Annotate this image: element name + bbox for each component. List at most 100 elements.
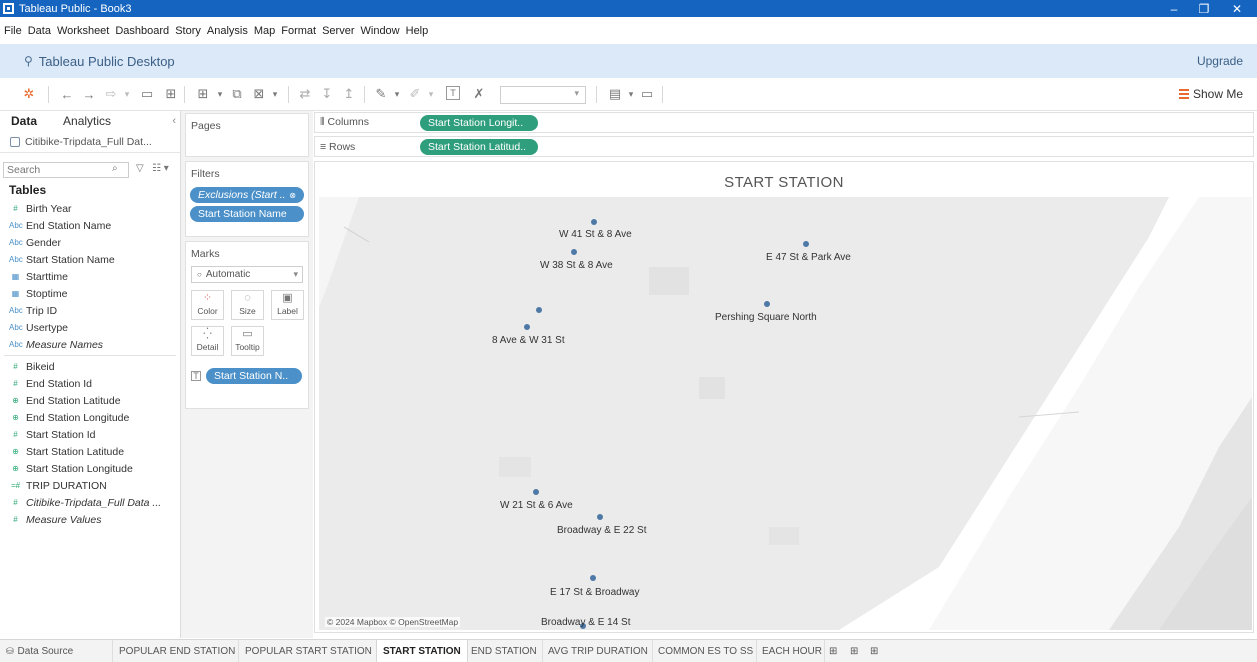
marks-size-button[interactable]: ◌ Size [231, 290, 264, 320]
station-point[interactable] [524, 324, 530, 330]
swap-icon[interactable]: ⇄ [296, 86, 314, 102]
field-item[interactable]: Abc Measure Names [0, 336, 180, 353]
field-item[interactable]: # Measure Values [0, 511, 180, 528]
menu-analysis[interactable]: Analysis [207, 25, 248, 37]
label-pill-start-station-name[interactable]: Start Station N.. [206, 368, 302, 384]
tab-data[interactable]: Data [11, 114, 37, 128]
close-button[interactable]: ✕ [1219, 0, 1255, 17]
filters-card[interactable]: Filters Exclusions (Start .. ⊗ Start Stat… [185, 161, 309, 237]
field-item[interactable]: # Birth Year [0, 200, 180, 217]
menu-window[interactable]: Window [361, 25, 400, 37]
menu-worksheet[interactable]: Worksheet [57, 25, 109, 37]
menu-story[interactable]: Story [175, 25, 201, 37]
field-item[interactable]: ▦ Starttime [0, 268, 180, 285]
fix-axes-icon[interactable]: ✗ [470, 86, 488, 102]
menu-data[interactable]: Data [28, 25, 51, 37]
group-dropdown-icon[interactable]: ▾ [422, 86, 440, 102]
field-item[interactable]: Abc Trip ID [0, 302, 180, 319]
forward-icon[interactable]: → [80, 86, 98, 102]
new-worksheet-tab-icon[interactable]: ⊞ [824, 640, 841, 662]
restore-button[interactable]: ❐ [1186, 0, 1222, 17]
field-item[interactable]: Abc End Station Name [0, 217, 180, 234]
marks-color-button[interactable]: ⁘ Color [191, 290, 224, 320]
field-item[interactable]: ⊕ Start Station Latitude [0, 443, 180, 460]
highlight-dropdown-icon[interactable]: ▾ [388, 86, 406, 102]
new-worksheet-icon[interactable]: ⊞ [194, 86, 212, 102]
tab-avg-trip-duration[interactable]: AVG TRIP DURATION [542, 640, 653, 662]
filter-icon[interactable]: ▽ [136, 163, 144, 174]
field-item[interactable]: # Citibike-Tripdata_Full Data ... [0, 494, 180, 511]
back-icon[interactable]: ← [58, 86, 76, 102]
field-item[interactable]: # Start Station Id [0, 426, 180, 443]
tab-each-hour[interactable]: EACH HOUR [756, 640, 827, 662]
station-point[interactable] [764, 301, 770, 307]
filter-pill-exclusions[interactable]: Exclusions (Start .. ⊗ [190, 187, 304, 203]
tab-analytics[interactable]: Analytics [63, 114, 111, 128]
tab-popular-start-station[interactable]: POPULAR START STATION [238, 640, 378, 662]
station-point[interactable] [590, 575, 596, 581]
station-point[interactable] [597, 514, 603, 520]
presentation-icon[interactable]: ▭ [638, 86, 656, 102]
field-item[interactable]: =# TRIP DURATION [0, 477, 180, 494]
tab-start-station[interactable]: START STATION [376, 640, 468, 662]
marks-label-button[interactable]: ▣ Label [271, 290, 304, 320]
tab-popular-end-station[interactable]: POPULAR END STATION [112, 640, 241, 662]
show-labels-icon[interactable]: T [446, 86, 460, 100]
menu-dashboard[interactable]: Dashboard [115, 25, 169, 37]
pages-card[interactable]: Pages [185, 113, 309, 157]
station-point[interactable] [591, 219, 597, 225]
search-input[interactable] [3, 162, 129, 178]
station-point[interactable] [533, 489, 539, 495]
station-point[interactable] [571, 249, 577, 255]
data-pane-tabs: Data Analytics ‹ [0, 111, 180, 131]
redo-dropdown-icon[interactable]: ▾ [118, 86, 136, 102]
new-dashboard-tab-icon[interactable]: ⊞ [846, 640, 862, 662]
station-point[interactable] [536, 307, 542, 313]
tableau-home-icon[interactable]: ✲ [20, 86, 38, 102]
menu-server[interactable]: Server [322, 25, 354, 37]
label-encoding-icon: T [191, 371, 201, 381]
field-item[interactable]: # Bikeid [0, 358, 180, 375]
field-item[interactable]: # End Station Id [0, 375, 180, 392]
duplicate-sheet-icon[interactable]: ⧉ [228, 86, 246, 102]
menu-file[interactable]: File [4, 25, 22, 37]
pin-icon[interactable]: ⚲ [24, 54, 33, 68]
filters-card-title: Filters [191, 168, 220, 180]
new-worksheet-dropdown-icon[interactable]: ▾ [211, 86, 229, 102]
save-icon[interactable]: ▭ [138, 86, 156, 102]
rows-shelf[interactable]: ≡ Rows Start Station Latitud.. [314, 136, 1254, 157]
map-canvas[interactable]: W 41 St & 8 Ave W 38 St & 8 Ave E 47 St & … [319, 197, 1252, 630]
fit-dropdown[interactable] [500, 86, 586, 104]
field-item[interactable]: ⊕ End Station Longitude [0, 409, 180, 426]
new-datasource-icon[interactable]: ⊞ [162, 86, 180, 102]
menu-map[interactable]: Map [254, 25, 275, 37]
tab-data-source[interactable]: ⛁ Data Source [6, 640, 73, 662]
field-item[interactable]: Abc Usertype [0, 319, 180, 336]
collapse-pane-icon[interactable]: ‹ [172, 115, 176, 127]
columns-pill-start-station-longitude[interactable]: Start Station Longit.. [420, 114, 538, 131]
filter-pill-start-station-name[interactable]: Start Station Name [190, 206, 304, 222]
marks-tooltip-button[interactable]: ▭ Tooltip [231, 326, 264, 356]
field-item[interactable]: ▦ Stoptime [0, 285, 180, 302]
menu-help[interactable]: Help [406, 25, 429, 37]
menu-format[interactable]: Format [281, 25, 316, 37]
station-point[interactable] [803, 241, 809, 247]
columns-shelf[interactable]: ⦀ Columns Start Station Longit.. [314, 112, 1254, 133]
tab-common-es-to-ss[interactable]: COMMON ES TO SS [652, 640, 758, 662]
show-me-button[interactable]: Show Me [1178, 87, 1243, 101]
tab-end-station[interactable]: END STATION [466, 640, 542, 662]
field-item[interactable]: ⊕ End Station Latitude [0, 392, 180, 409]
field-item[interactable]: Abc Gender [0, 234, 180, 251]
datasource-item[interactable]: Citibike-Tripdata_Full Dat... [0, 131, 180, 153]
upgrade-link[interactable]: Upgrade [1197, 54, 1243, 68]
sort-descending-icon[interactable]: ↥ [340, 86, 358, 102]
field-item[interactable]: ⊕ Start Station Longitude [0, 460, 180, 477]
view-options-icon[interactable]: ☷ ▾ [152, 163, 169, 174]
field-item[interactable]: Abc Start Station Name [0, 251, 180, 268]
rows-pill-start-station-latitude[interactable]: Start Station Latitud.. [420, 138, 538, 155]
marks-detail-button[interactable]: ⁛ Detail [191, 326, 224, 356]
mark-type-dropdown[interactable]: ○ Automatic [191, 266, 303, 283]
new-story-tab-icon[interactable]: ⊞ [866, 640, 882, 662]
sort-ascending-icon[interactable]: ↧ [318, 86, 336, 102]
clear-dropdown-icon[interactable]: ▾ [266, 86, 284, 102]
